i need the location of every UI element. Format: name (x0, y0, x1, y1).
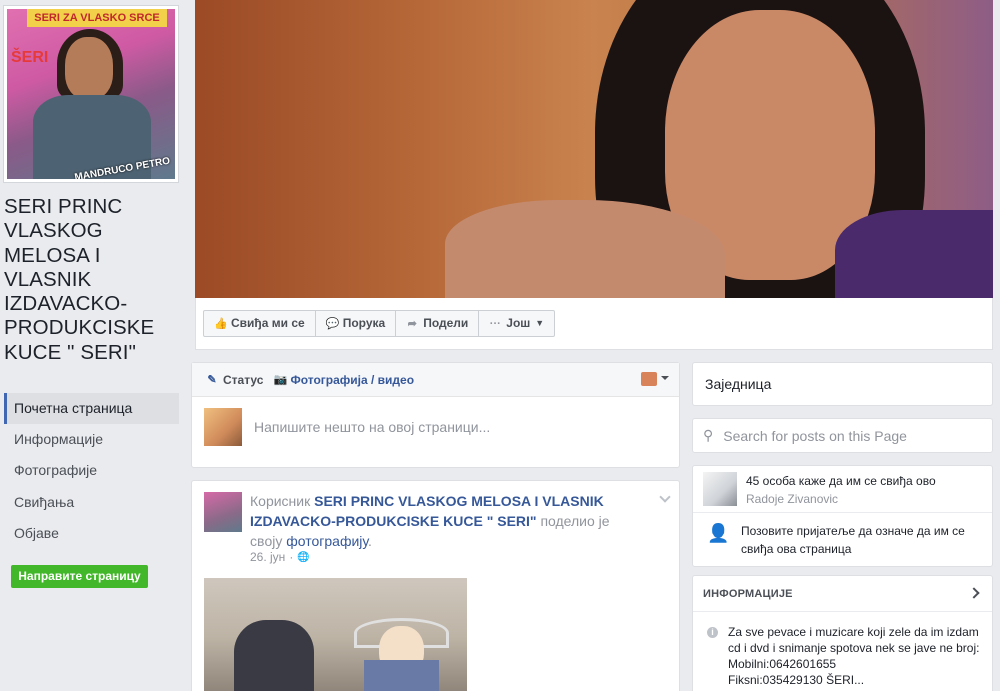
pencil-icon: ✎ (207, 373, 217, 386)
globe-icon[interactable]: 🌐 (297, 552, 309, 563)
message-button-label: Порука (342, 316, 386, 330)
nav-item-home[interactable]: Почетна страница (4, 393, 179, 425)
post-object-link[interactable]: фотографију (286, 533, 368, 549)
chevron-down-icon: ▼ (535, 318, 545, 328)
profile-picture[interactable]: SERI ZA VLASKO SRCE ŠERI MANDRUCO PETRO (3, 5, 179, 183)
photo-coat (234, 620, 314, 691)
left-column: SERI ZA VLASKO SRCE ŠERI MANDRUCO PETRO … (0, 0, 190, 691)
info-text: Za sve pevace i muzicare koji zele da im… (728, 624, 988, 688)
search-posts-box[interactable]: ⚲ Search for posts on this Page (692, 418, 993, 453)
info-box: ИНФОРМАЦИЈЕ i Za sve pevace i muzicare k… (692, 575, 993, 691)
likes-row: 45 особа каже да им се свиђа ово Radoje … (703, 472, 936, 508)
post-meta-separator: · (289, 550, 294, 564)
post-composer: ✎ Статус 📷 Фотографија / видео Напишите … (191, 362, 680, 468)
info-body: i Za sve pevace i muzicare koji zele da … (707, 624, 988, 688)
like-button[interactable]: 👍 Свиђа ми се (204, 311, 316, 336)
composer-tabs: ✎ Статус 📷 Фотографија / видео (192, 363, 679, 397)
ellipsis-icon: ··· (489, 317, 501, 330)
info-line-2: Mobilni:0642601655 (728, 657, 837, 671)
post-meta: 26. јун · 🌐 (250, 550, 310, 564)
nav-item-likes[interactable]: Свиђања (4, 487, 179, 518)
share-button[interactable]: ➦ Подели (396, 311, 480, 336)
page-nav: Почетна страница Информације Фотографије… (4, 393, 179, 549)
profile-head (65, 37, 113, 99)
post-date[interactable]: 26. јун (250, 550, 285, 564)
invite-text[interactable]: Позовите пријатеље да означе да им се св… (741, 522, 976, 558)
profile-picture-image: SERI ZA VLASKO SRCE ŠERI MANDRUCO PETRO (7, 9, 175, 179)
post-author-avatar[interactable] (204, 492, 242, 532)
post-header: Корисник SERI PRINC VLASKOG MELOSA I VLA… (250, 491, 645, 551)
tab-photo-label: Фотографија / видео (290, 372, 415, 387)
chevron-down-icon[interactable] (661, 376, 669, 384)
message-button[interactable]: 💬 Порука (316, 311, 397, 336)
composer-input[interactable]: Напишите нешто на овој страници... (254, 419, 490, 435)
like-button-label: Свиђа ми се (231, 316, 305, 330)
more-button-label: Још (506, 316, 531, 330)
camera-icon: 📷 (273, 373, 288, 386)
nav-item-photos[interactable]: Фотографије (4, 455, 179, 486)
profile-picture-top-text: SERI ZA VLASKO SRCE (27, 9, 167, 27)
nav-item-about[interactable]: Информације (4, 424, 179, 455)
cover-shirt (835, 210, 993, 298)
composer-avatar (204, 408, 242, 446)
search-input[interactable]: Search for posts on this Page (723, 428, 907, 444)
search-icon: ⚲ (703, 427, 714, 443)
tab-status[interactable]: ✎ Статус (206, 373, 263, 387)
page-action-bar: 👍 Свиђа ми се 💬 Порука ➦ Подели ··· Још … (195, 298, 993, 350)
info-line-3: Fiksni:035429130 ŠERI... (728, 673, 865, 687)
create-page-button[interactable]: Направите страницу (11, 565, 148, 588)
feed-post: Корисник SERI PRINC VLASKOG MELOSA I VLA… (191, 480, 680, 691)
tab-status-label: Статус (223, 372, 264, 387)
nav-item-posts[interactable]: Објаве (4, 518, 179, 549)
likes-box: 45 особа каже да им се свиђа ово Radoje … (692, 465, 993, 567)
post-photo[interactable] (204, 578, 467, 691)
audience-selector-avatar[interactable] (641, 372, 657, 386)
share-arrow-icon: ➦ (407, 317, 417, 330)
info-icon: i (707, 627, 718, 638)
post-options-chevron-icon[interactable] (659, 491, 671, 503)
tab-photo-video[interactable]: 📷 Фотографија / видео (273, 373, 414, 387)
post-prefix: Корисник (250, 493, 311, 509)
post-suffix: . (368, 533, 372, 549)
liker-name[interactable]: Radoje Zivanovic (746, 490, 936, 508)
likes-text: 45 особа каже да им се свиђа ово Radoje … (746, 472, 936, 508)
page-action-buttons: 👍 Свиђа ми се 💬 Порука ➦ Подели ··· Још … (203, 310, 556, 337)
more-button[interactable]: ··· Још ▼ (479, 311, 554, 336)
invite-row[interactable]: 👤 Позовите пријатеље да означе да им се … (707, 522, 976, 558)
community-box[interactable]: Заједница (692, 362, 993, 406)
cover-photo[interactable] (195, 0, 993, 298)
likes-count-text[interactable]: 45 особа каже да им се свиђа ово (746, 472, 936, 490)
liker-avatar[interactable] (703, 472, 737, 506)
share-button-label: Подели (423, 316, 469, 330)
info-heading[interactable]: ИНФОРМАЦИЈЕ (693, 576, 992, 612)
add-friend-icon: 👤 (707, 523, 730, 543)
divider (693, 512, 992, 513)
messenger-icon: 💬 (325, 317, 340, 330)
profile-picture-side-text: ŠERI (11, 49, 49, 66)
thumbs-up-icon: 👍 (214, 317, 228, 330)
info-line-1: Za sve pevace i muzicare koji zele da im… (728, 625, 980, 655)
photo-person-body (364, 660, 439, 691)
page-title[interactable]: SERI PRINC VLASKOG MELOSA I VLASNIK IZDA… (4, 195, 186, 365)
